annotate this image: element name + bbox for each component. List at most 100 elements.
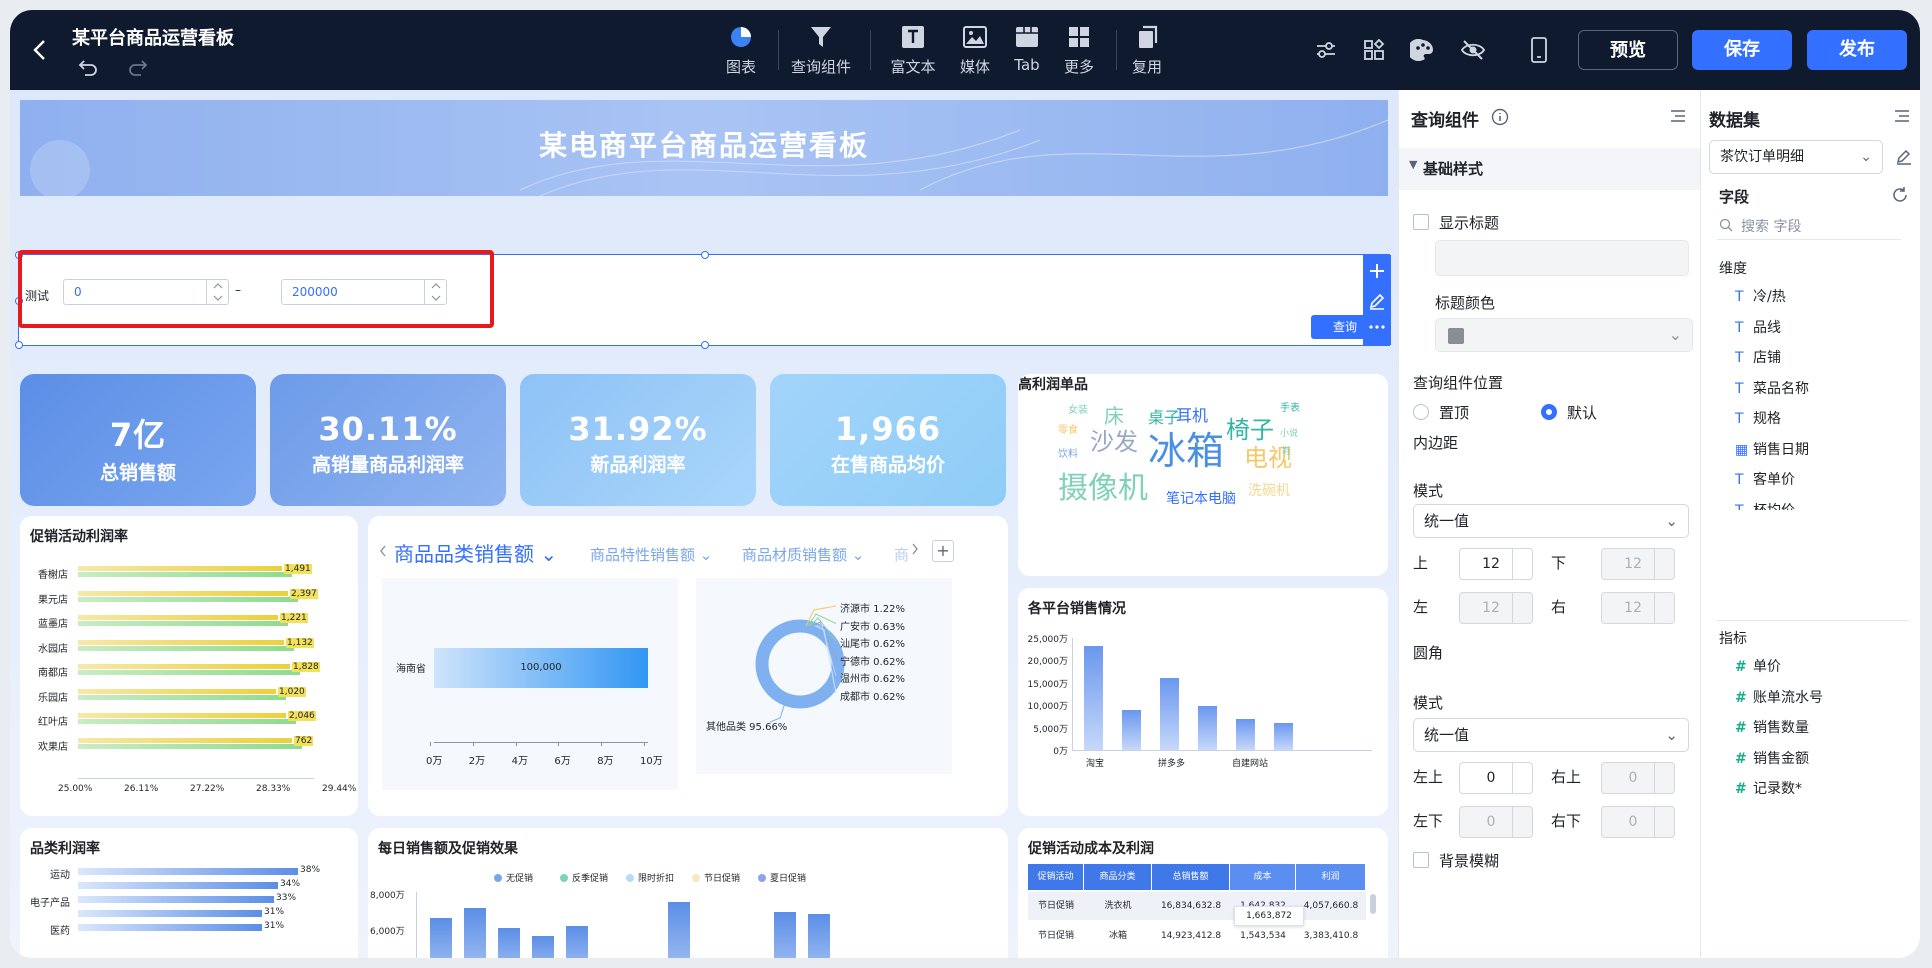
stepper-arrows-icon[interactable]: [1654, 807, 1674, 837]
more-icon[interactable]: [1367, 317, 1387, 337]
dimension-field[interactable]: T杯均价: [1735, 500, 1795, 510]
save-button[interactable]: 保存: [1692, 30, 1792, 70]
toolbar-reuse[interactable]: 复用: [1116, 24, 1178, 77]
collapse-panel-icon[interactable]: [1893, 108, 1911, 124]
stepper-arrows-icon[interactable]: [1654, 593, 1674, 623]
measure-field[interactable]: # 销售金额: [1735, 748, 1809, 768]
add-icon[interactable]: [1367, 261, 1387, 281]
measure-field[interactable]: # 账单流水号: [1735, 687, 1823, 707]
toolbar-label: 图表: [725, 58, 756, 76]
show-title-checkbox[interactable]: [1413, 214, 1429, 230]
daily-sales-card[interactable]: 每日销售额及促销效果 无促销 反季促销 限时折扣 节日促销 夏日促销 8,000万 6,00…: [368, 828, 1008, 958]
stepper-arrows-icon[interactable]: [1512, 593, 1532, 623]
kpi-label: 新品利润率: [590, 454, 686, 476]
bar-profit: [78, 694, 286, 700]
edit-icon[interactable]: [1895, 148, 1913, 166]
field-search[interactable]: 搜索 字段: [1717, 212, 1901, 240]
measure-field[interactable]: # 销售数量: [1735, 717, 1809, 737]
toolbar-chart[interactable]: 图表: [710, 24, 772, 77]
measure-field[interactable]: # 单价: [1735, 656, 1781, 676]
stepper-arrows-icon[interactable]: [1654, 763, 1674, 793]
donut-chart: 济源市 1.22% 广安市 0.63% 汕尾市 0.62% 宁德市 0.62% 温州市 …: [696, 578, 952, 774]
toolbar-more[interactable]: 更多: [1048, 24, 1110, 77]
palette-icon[interactable]: [1410, 38, 1436, 62]
refresh-icon[interactable]: [1891, 186, 1909, 204]
toolbar-richtext[interactable]: 富文本: [882, 24, 944, 77]
kpi-card[interactable]: 1,966 在售商品均价: [770, 374, 1006, 506]
position-top-radio[interactable]: [1413, 404, 1429, 420]
dimension-field[interactable]: T 客单价: [1735, 469, 1795, 489]
tab-item[interactable]: 商品材质销售额 ⌄: [742, 544, 864, 565]
publish-button[interactable]: 发布: [1807, 30, 1907, 70]
platform-card[interactable]: 各平台销售情况 25,000万 20,000万 15,000万 10,000万 5,00…: [1018, 588, 1388, 816]
info-icon[interactable]: [1491, 108, 1509, 126]
table-header: 商品分类: [1084, 864, 1152, 890]
wordcloud-word: 床: [1104, 404, 1124, 428]
dimension-field[interactable]: T 冷/热: [1735, 286, 1786, 306]
dimension-field[interactable]: T 规格: [1735, 408, 1781, 428]
padding-mode-select[interactable]: 统一值 ⌄: [1413, 504, 1689, 538]
promo-profit-card[interactable]: 促销活动利润率 香榭店 1,491 果元店 2,397 蓝墨店 1,221 水园店 1,132…: [20, 516, 358, 816]
pad-left-input[interactable]: 12: [1459, 592, 1533, 624]
cost-table-card[interactable]: 促销活动成本及利润 促销活动 商品分类 总销售额 成本 利润 节日促销 洗衣机 16,834,…: [1018, 828, 1388, 958]
dimension-field[interactable]: T 品线: [1735, 317, 1781, 337]
tab-item[interactable]: 商品特性销售额 ⌄: [590, 544, 712, 565]
radius-bl-input[interactable]: 0: [1459, 806, 1533, 838]
table-scrollbar[interactable]: [1370, 894, 1376, 914]
preview-button[interactable]: 预览: [1578, 30, 1678, 70]
position-default-radio[interactable]: [1541, 404, 1557, 420]
add-tab-button[interactable]: +: [932, 540, 954, 562]
eye-off-icon[interactable]: [1460, 38, 1486, 62]
bar: [78, 924, 262, 931]
pad-bottom-input[interactable]: 12: [1601, 548, 1675, 580]
store-label: 果元店: [38, 594, 68, 606]
title-color-select[interactable]: ⌄: [1435, 318, 1693, 352]
field-name: 销售日期: [1753, 441, 1809, 458]
kpi-card[interactable]: 30.11% 高销量商品利润率: [270, 374, 506, 506]
stepper-arrows-icon[interactable]: [1512, 763, 1532, 793]
kpi-card[interactable]: 31.92% 新品利润率: [520, 374, 756, 506]
dimension-field[interactable]: ▦ 销售日期: [1735, 439, 1809, 459]
settings-sliders-icon[interactable]: [1314, 38, 1338, 62]
dimension-field[interactable]: T 店铺: [1735, 347, 1781, 367]
data-label: 2,046: [288, 711, 316, 721]
bg-blur-checkbox[interactable]: [1413, 852, 1429, 868]
resize-handle[interactable]: [701, 251, 709, 259]
radius-br-input[interactable]: 0: [1601, 806, 1675, 838]
stepper-arrows-icon[interactable]: [1512, 807, 1532, 837]
tab-active[interactable]: 商品品类销售额 ⌄: [394, 538, 557, 567]
radius-tr-input[interactable]: 0: [1601, 762, 1675, 794]
tabbed-card[interactable]: 商品品类销售额 ⌄ 商品特性销售额 ⌄ 商品材质销售额 ⌄ 商 + 海南省 100…: [368, 516, 1008, 816]
mobile-icon[interactable]: [1530, 36, 1548, 64]
toolbar-query[interactable]: 查询组件: [790, 24, 852, 77]
section-title: 基础样式: [1423, 160, 1484, 178]
radius-mode-select[interactable]: 统一值 ⌄: [1413, 718, 1689, 752]
edit-icon[interactable]: [1367, 291, 1387, 311]
redo-icon[interactable]: [126, 56, 148, 76]
radius-bl-label: 左下: [1413, 812, 1444, 830]
layout-icon[interactable]: [1362, 38, 1386, 62]
field-name: 店铺: [1753, 350, 1781, 366]
stepper-arrows-icon[interactable]: [1654, 549, 1674, 579]
pad-right-input[interactable]: 12: [1601, 592, 1675, 624]
kpi-card[interactable]: 7亿 总销售额: [20, 374, 256, 506]
title-input[interactable]: [1435, 240, 1689, 276]
back-icon[interactable]: [30, 38, 50, 62]
dataset-select[interactable]: 茶饮订单明细 ⌄: [1709, 140, 1883, 174]
tab-prev-icon[interactable]: [378, 544, 388, 558]
dimension-field[interactable]: T 菜品名称: [1735, 378, 1809, 398]
category-profit-card[interactable]: 品类利润率 运动 38% 34% 电子产品 33% 31% 医药 31%: [20, 828, 358, 958]
resize-handle[interactable]: [15, 341, 23, 349]
pad-top-input[interactable]: 12: [1459, 548, 1533, 580]
section-header[interactable]: ▼ 基础样式: [1399, 148, 1701, 190]
tab-item[interactable]: 商: [894, 544, 909, 565]
measure-field[interactable]: # 记录数*: [1735, 778, 1802, 798]
wordcloud-word: 零食: [1058, 425, 1078, 436]
wordcloud-card[interactable]: 高利润单品 冰箱 摄像机 沙发 椅子 电视床桌子 耳机 笔记本电脑 洗碗机 女装 零食 饮料 手表 小说…: [1018, 374, 1388, 576]
undo-icon[interactable]: [78, 56, 100, 76]
collapse-panel-icon[interactable]: [1669, 108, 1687, 124]
resize-handle[interactable]: [701, 341, 709, 349]
radius-tl-input[interactable]: 0: [1459, 762, 1533, 794]
tab-next-icon[interactable]: [910, 542, 920, 556]
stepper-arrows-icon[interactable]: [1512, 549, 1532, 579]
